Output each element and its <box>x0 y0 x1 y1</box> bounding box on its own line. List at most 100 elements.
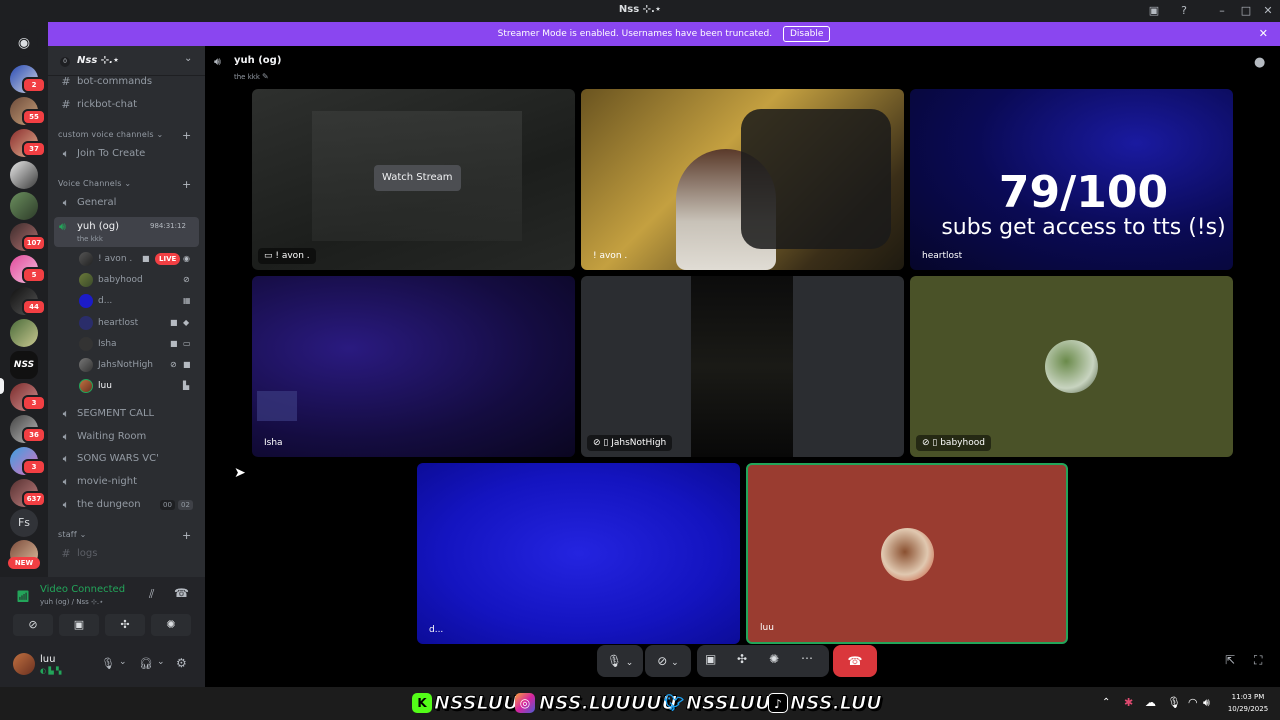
chevron-down-icon: ⌄ <box>671 658 679 668</box>
video-tile[interactable]: Isha <box>252 276 575 457</box>
tile-label: Isha <box>264 438 283 448</box>
inbox-icon[interactable]: ▣ <box>1146 3 1162 19</box>
activities-icon[interactable]: ✣ <box>737 652 747 666</box>
category-voice-channels[interactable]: Voice Channels ⌄ <box>58 179 131 188</box>
voice-user[interactable]: babyhood ⊘ <box>76 270 198 290</box>
speaker-icon: 🔊︎ <box>214 55 221 68</box>
add-channel-icon[interactable]: + <box>182 129 191 142</box>
category-staff[interactable]: staff ⌄ <box>58 530 87 539</box>
video-off-button[interactable]: ⊘ <box>13 614 53 636</box>
discord-home-icon[interactable]: ◉ <box>10 29 38 57</box>
soundboard-icon[interactable]: ✺ <box>769 652 779 666</box>
camera-control-button[interactable]: ⊘ ⌄ <box>645 645 691 677</box>
stream-tile[interactable]: Watch Stream ▭ ! avon . <box>252 89 575 270</box>
category-custom-voice[interactable]: custom voice channels ⌄ <box>58 130 163 139</box>
channel-waiting-room[interactable]: 🔈︎ Waiting Room <box>56 427 201 447</box>
fullscreen-icon[interactable]: ⛶ <box>1254 653 1262 668</box>
server-icon[interactable] <box>10 192 38 220</box>
speaker-connected-icon: 🔊︎ <box>59 220 66 233</box>
muted-mic-icon: ⊘ <box>183 275 190 284</box>
voice-user[interactable]: ! avon . ■ LIVE ◉ <box>76 249 198 269</box>
volume-icon[interactable]: 🔊︎ <box>1203 696 1210 710</box>
screen-share-icon[interactable]: ▣ <box>705 652 716 666</box>
add-channel-icon[interactable]: + <box>182 529 191 542</box>
channel-logs[interactable]: # logs <box>56 544 201 564</box>
close-banner-icon[interactable]: ✕ <box>1259 22 1268 46</box>
channel-rickbot-chat[interactable]: # rickbot-chat <box>56 95 201 115</box>
disable-streamer-mode-button[interactable]: Disable <box>782 26 831 42</box>
nss-server-icon[interactable]: NSS <box>10 351 38 379</box>
headphones-icon[interactable]: 🎧︎ <box>139 657 153 670</box>
video-tile[interactable]: ⊘ ▯ babyhood <box>910 276 1233 457</box>
chevron-down-icon: ⌄ <box>625 658 634 668</box>
clock-date[interactable]: 10/29/2025 <box>1220 705 1276 713</box>
noise-suppression-icon[interactable]: ⫽ <box>149 587 154 602</box>
tray-mic-icon[interactable]: 🎙︎ <box>1167 696 1181 709</box>
onedrive-icon[interactable]: ☁︎ <box>1145 696 1156 709</box>
tray-chevron-icon[interactable]: ⌃ <box>1102 697 1110 708</box>
maximize-button[interactable]: □ <box>1238 3 1254 19</box>
channel-movie-night[interactable]: 🔈︎ movie-night <box>56 472 201 492</box>
settings-gear-icon[interactable]: ⚙︎ <box>176 656 187 670</box>
minimize-button[interactable]: – <box>1214 3 1230 19</box>
channel-song-wars[interactable]: 🔈︎ SONG WARS VC' <box>56 449 201 469</box>
voice-user[interactable]: luu ▙ <box>76 376 198 396</box>
chevron-down-icon[interactable]: ⌄ <box>119 657 127 667</box>
server-fs-icon[interactable]: Fs <box>10 509 38 537</box>
mention-badge: 3 <box>22 395 46 411</box>
eye-icon: ◉ <box>183 254 190 263</box>
edit-pencil-icon[interactable]: ✎ <box>262 72 269 81</box>
channel-status: the kkk <box>77 235 103 243</box>
chevron-down-icon[interactable]: ⌄ <box>184 53 192 64</box>
watch-stream-button[interactable]: Watch Stream <box>374 165 461 191</box>
social-handle: NSS.LUU <box>790 692 883 715</box>
voice-user[interactable]: Isha ■ ▭ <box>76 334 198 354</box>
chat-bubble-icon[interactable]: ● <box>1254 55 1265 70</box>
help-icon[interactable]: ? <box>1176 3 1192 19</box>
more-options-icon[interactable]: ⋯ <box>801 651 813 665</box>
clock-time[interactable]: 11:03 PM <box>1226 693 1270 701</box>
user-name: luu <box>40 654 56 665</box>
chevron-down-icon[interactable]: ⌄ <box>157 657 165 667</box>
server-icon[interactable] <box>10 161 38 189</box>
channel-yuh-og[interactable]: 🔊︎ yuh (og) the kkk 984:31:12 <box>54 217 199 247</box>
user-avatar[interactable] <box>13 653 35 675</box>
microphone-icon[interactable]: 🎙︎ <box>101 657 115 670</box>
avatar <box>79 337 93 351</box>
video-tile[interactable]: ⊘ ▯ JahsNotHigh <box>581 276 904 457</box>
channel-the-dungeon[interactable]: 🔈︎ the dungeon 00 02 <box>56 495 201 515</box>
video-tile-speaking[interactable]: luu <box>746 463 1068 644</box>
wifi-icon[interactable]: ◠ <box>1188 696 1198 709</box>
tile-label: ⊘ ▯ JahsNotHigh <box>587 435 673 451</box>
mention-badge: 2 <box>22 77 46 93</box>
video-tile[interactable]: d... <box>417 463 740 644</box>
header-topic[interactable]: the kkk <box>234 73 260 81</box>
voice-user[interactable]: d... ▦ <box>76 291 198 311</box>
pop-out-icon[interactable]: ⇱ <box>1225 653 1235 667</box>
channel-general[interactable]: 🔈︎ General <box>56 193 201 213</box>
speaker-icon: 🔈︎ <box>62 498 70 511</box>
video-icon: ■ <box>183 360 191 369</box>
disconnect-icon[interactable]: ☎︎ <box>174 586 189 600</box>
activities-button[interactable]: ✣ <box>105 614 145 636</box>
disconnect-call-button[interactable]: ☎︎ <box>833 645 877 677</box>
voice-user[interactable]: heartlost ■ ◆ <box>76 313 198 333</box>
screen-share-button[interactable]: ▣ <box>59 614 99 636</box>
video-tile[interactable]: 79/100 subs get access to tts (!s) heart… <box>910 89 1233 270</box>
video-tile[interactable]: ! avon . <box>581 89 904 270</box>
server-boost-icon: 0 <box>60 57 70 67</box>
soundboard-button[interactable]: ✺ <box>151 614 191 636</box>
channel-bot-commands[interactable]: # bot-commands <box>56 72 201 92</box>
tray-app-icon[interactable]: ✱ <box>1124 696 1133 709</box>
server-icon[interactable] <box>10 319 38 347</box>
mic-control-button[interactable]: 🎙︎ ⌄ <box>597 645 643 677</box>
video-icon: ■ <box>142 254 150 263</box>
connection-icon: 📶︎ <box>16 590 30 603</box>
participant-video <box>257 391 297 421</box>
voice-user[interactable]: JahsNotHigh ⊘ ■ <box>76 355 198 375</box>
add-channel-icon[interactable]: + <box>182 178 191 191</box>
voice-status-channel[interactable]: yuh (og) / Nss ⊹.⋆ <box>40 598 103 606</box>
channel-join-to-create[interactable]: 🔈︎ Join To Create <box>56 144 201 164</box>
close-window-button[interactable]: ✕ <box>1260 3 1276 19</box>
channel-segment-call[interactable]: 🔈︎ SEGMENT CALL <box>56 404 201 424</box>
